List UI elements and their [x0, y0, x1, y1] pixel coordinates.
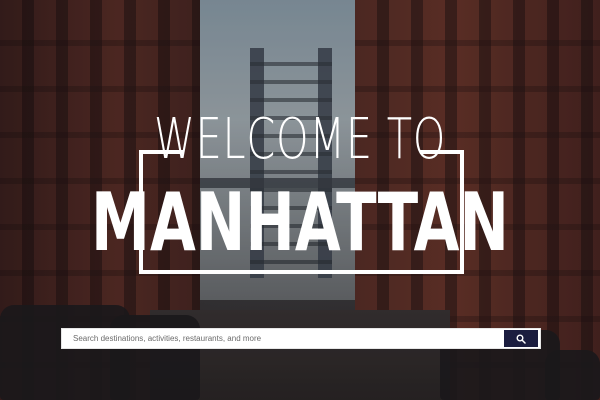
- search-input[interactable]: [62, 329, 504, 348]
- search-button[interactable]: [504, 330, 538, 347]
- hero-banner: WELCOME TO MANHATTAN: [0, 0, 600, 400]
- search-bar: [61, 328, 541, 349]
- hero-title-line-1: WELCOME TO: [153, 107, 447, 172]
- search-icon: [516, 334, 526, 344]
- hero-title-line-2: MANHATTAN: [91, 176, 509, 269]
